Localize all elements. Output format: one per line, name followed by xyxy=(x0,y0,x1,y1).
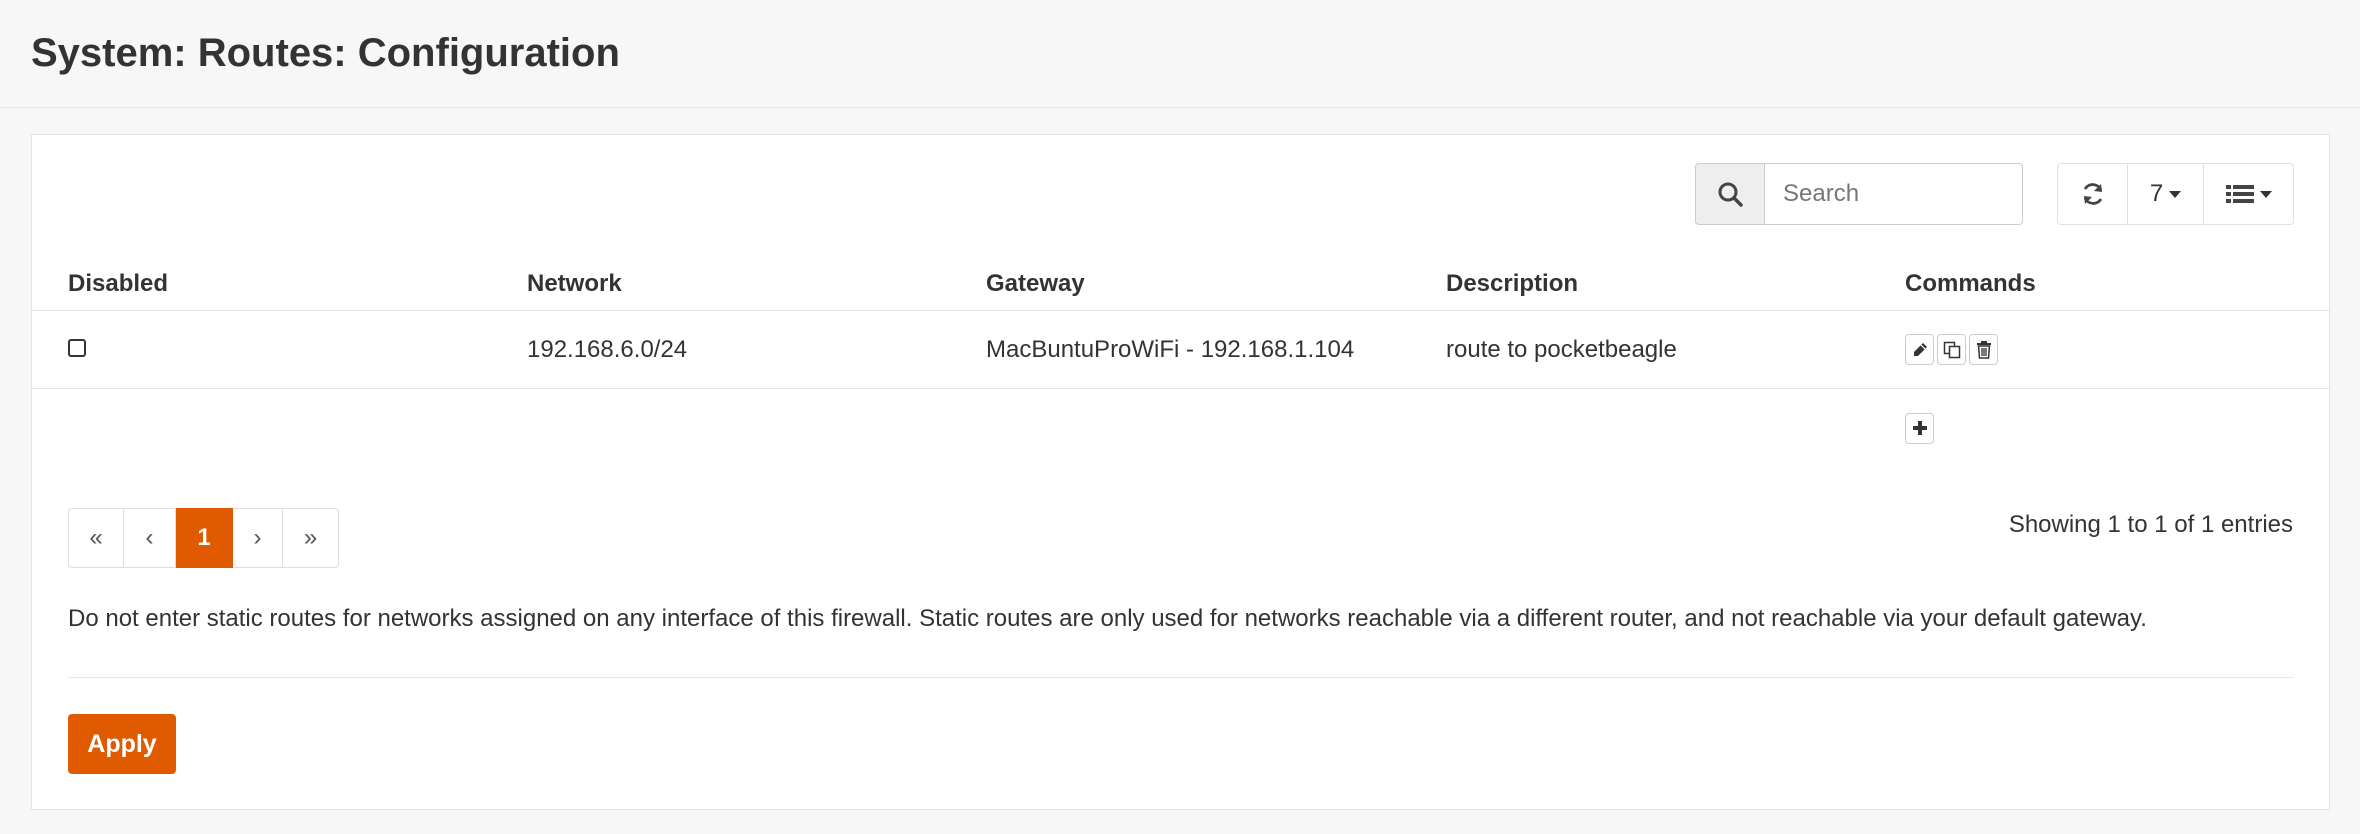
add-row xyxy=(32,389,2329,467)
network-cell: 192.168.6.0/24 xyxy=(527,335,688,363)
delete-button[interactable] xyxy=(1969,334,1998,365)
chevron-down-icon xyxy=(2169,190,2182,198)
table-header: Disabled Network Gateway Description Com… xyxy=(32,257,2329,311)
trash-icon xyxy=(1976,340,1991,359)
copy-icon xyxy=(1943,341,1960,358)
list-icon xyxy=(2225,185,2254,203)
gateway-cell: MacBuntuProWiFi - 192.168.1.104 xyxy=(986,335,1355,363)
first-page-button[interactable]: « xyxy=(68,508,124,568)
clone-button[interactable] xyxy=(1937,334,1966,365)
column-header-gateway[interactable]: Gateway xyxy=(950,270,1410,298)
column-header-disabled[interactable]: Disabled xyxy=(32,270,491,298)
entries-summary: Showing 1 to 1 of 1 entries xyxy=(2008,511,2293,538)
column-header-network[interactable]: Network xyxy=(491,270,950,298)
rows-per-page-value: 7 xyxy=(2149,180,2164,207)
column-header-commands: Commands xyxy=(1905,269,2036,297)
commands-cell xyxy=(1869,334,2329,365)
refresh-button[interactable] xyxy=(2057,163,2128,225)
table-row: 192.168.6.0/24 MacBuntuProWiFi - 192.168… xyxy=(32,311,2329,389)
last-page-button[interactable]: » xyxy=(283,508,339,568)
routes-table: Disabled Network Gateway Description Com… xyxy=(32,257,2329,467)
divider xyxy=(68,677,2294,678)
pagination: « ‹ 1 › » xyxy=(68,508,339,568)
add-route-button[interactable] xyxy=(1905,412,1934,444)
edit-button[interactable] xyxy=(1905,334,1934,365)
next-page-button[interactable]: › xyxy=(233,508,283,568)
page-title: System: Routes: Configuration xyxy=(31,31,620,75)
page-1-button[interactable]: 1 xyxy=(176,508,233,568)
rows-per-page-dropdown[interactable]: 7 xyxy=(2128,163,2204,225)
column-selector-dropdown[interactable] xyxy=(2204,163,2294,225)
search-icon[interactable] xyxy=(1695,163,1765,225)
grid-actions: 7 xyxy=(2057,163,2294,225)
apply-button[interactable]: Apply xyxy=(68,714,176,774)
previous-page-button[interactable]: ‹ xyxy=(124,508,176,568)
refresh-icon xyxy=(2083,183,2102,205)
routes-panel: 7 Disabled Network Gateway Description C… xyxy=(31,134,2330,810)
pencil-icon xyxy=(1913,342,1927,356)
column-header-description[interactable]: Description xyxy=(1410,270,1869,298)
page-header: System: Routes: Configuration xyxy=(0,0,2360,108)
search-group xyxy=(1695,163,2023,225)
description-cell: route to pocketbeagle xyxy=(1446,335,1677,363)
disabled-cell xyxy=(32,336,491,364)
plus-icon xyxy=(1912,421,1927,435)
disabled-checkbox[interactable] xyxy=(68,338,86,357)
chevron-down-icon xyxy=(2259,190,2272,198)
search-input[interactable] xyxy=(1765,163,2023,225)
help-note: Do not enter static routes for networks … xyxy=(68,605,2147,632)
